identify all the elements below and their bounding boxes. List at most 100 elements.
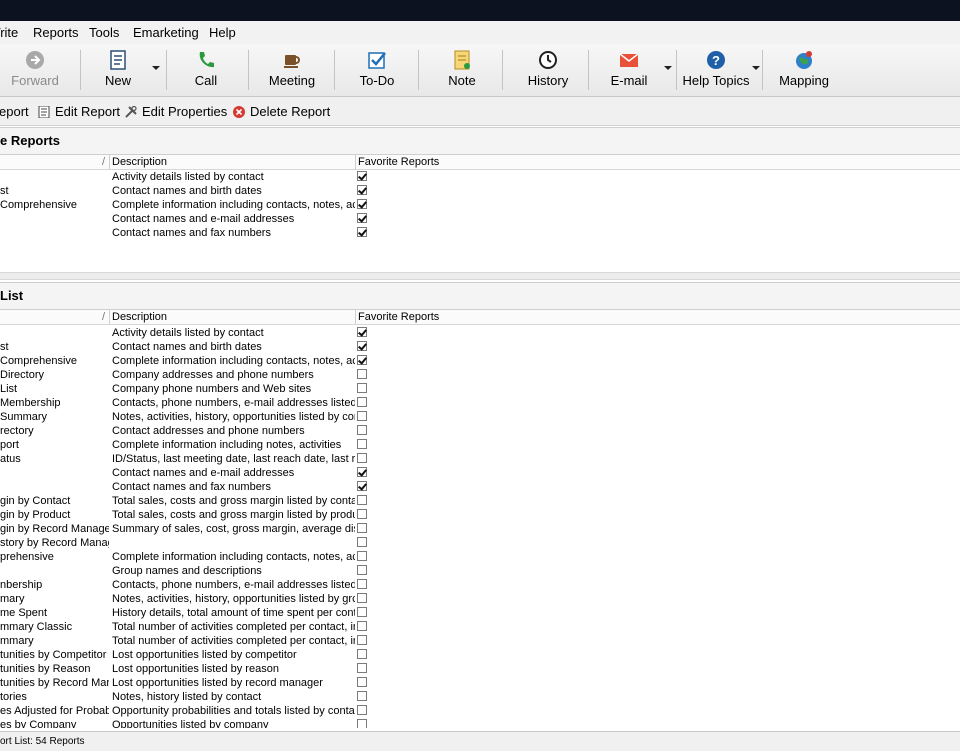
table-row[interactable]: st Contact names and birth dates — [0, 340, 960, 354]
column-favorite[interactable]: Favorite Reports — [356, 310, 959, 324]
table-row[interactable]: tories Notes, history listed by contact — [0, 690, 960, 704]
todo-button[interactable]: To-Do — [344, 44, 410, 96]
edit-properties-button[interactable]: Edit Properties — [125, 104, 227, 119]
favorite-checkbox[interactable] — [357, 383, 367, 393]
table-row[interactable]: es Adjusted for Probabi Opportunity proba… — [0, 704, 960, 718]
favorite-checkbox[interactable] — [357, 509, 367, 519]
menu-reports[interactable]: Reports — [33, 25, 79, 40]
favorite-checkbox[interactable] — [357, 227, 367, 237]
table-row[interactable]: Contact names and fax numbers — [0, 226, 960, 240]
menu-help[interactable]: Help — [209, 25, 236, 40]
table-row[interactable]: tunities by Competitor Lost opportunities… — [0, 648, 960, 662]
column-favorite[interactable]: Favorite Reports — [356, 155, 959, 169]
table-row[interactable]: tunities by Record Mar Lost opportunities… — [0, 676, 960, 690]
report-description: Complete information including contacts,… — [112, 551, 355, 563]
favorite-checkbox[interactable] — [357, 705, 367, 715]
email-button[interactable]: E-mail — [600, 44, 658, 96]
favorite-checkbox[interactable] — [357, 621, 367, 631]
favorite-checkbox[interactable] — [357, 199, 367, 209]
favorite-checkbox[interactable] — [357, 341, 367, 351]
favorite-checkbox[interactable] — [357, 523, 367, 533]
favorite-checkbox[interactable] — [357, 327, 367, 337]
table-row[interactable]: mary Notes, activities, history, opportun… — [0, 592, 960, 606]
favorite-checkbox[interactable] — [357, 677, 367, 687]
meeting-button[interactable]: Meeting — [256, 44, 328, 96]
favorite-checkbox[interactable] — [357, 691, 367, 701]
favorite-checkbox[interactable] — [357, 481, 367, 491]
section-splitter[interactable] — [0, 272, 960, 280]
table-row[interactable]: mmary Classic Total number of activities … — [0, 620, 960, 634]
table-row[interactable]: Group names and descriptions — [0, 564, 960, 578]
favorite-checkbox[interactable] — [357, 355, 367, 365]
table-row[interactable]: Directory Company addresses and phone num… — [0, 368, 960, 382]
column-description[interactable]: Description — [110, 155, 356, 169]
menu-write[interactable]: Vrite — [0, 25, 18, 40]
note-button[interactable]: Note — [430, 44, 494, 96]
table-row[interactable]: tunities by Reason Lost opportunities lis… — [0, 662, 960, 676]
new-dropdown-arrow[interactable] — [152, 66, 160, 70]
favorite-checkbox[interactable] — [357, 411, 367, 421]
table-row[interactable]: gin by Product Total sales, costs and gro… — [0, 508, 960, 522]
table-row[interactable]: Comprehensive Complete information includ… — [0, 354, 960, 368]
table-row[interactable]: es by Company Opportunities listed by com… — [0, 718, 960, 728]
report-name: me Spent — [0, 607, 48, 619]
help-topics-button[interactable]: ? Help Topics — [680, 44, 752, 96]
edit-report-button[interactable]: Edit Report — [38, 104, 120, 119]
report-list-table-body: Activity details listed by contact st Cont… — [0, 325, 960, 728]
table-row[interactable]: mmary Total number of activities complete… — [0, 634, 960, 648]
delete-report-button[interactable]: Delete Report — [233, 104, 330, 119]
table-row[interactable]: me Spent History details, total amount of… — [0, 606, 960, 620]
favorite-checkbox[interactable] — [357, 467, 367, 477]
favorite-checkbox[interactable] — [357, 719, 367, 728]
column-name[interactable]: / — [0, 310, 110, 324]
favorite-checkbox[interactable] — [357, 593, 367, 603]
menu-emarketing[interactable]: Emarketing — [133, 25, 199, 40]
favorite-checkbox[interactable] — [357, 495, 367, 505]
column-name[interactable]: / — [0, 155, 110, 169]
call-button[interactable]: Call — [176, 44, 236, 96]
favorite-checkbox[interactable] — [357, 663, 367, 673]
favorite-checkbox[interactable] — [357, 453, 367, 463]
table-row[interactable]: gin by Contact Total sales, costs and gro… — [0, 494, 960, 508]
table-row[interactable]: Comprehensive Complete information includ… — [0, 198, 960, 212]
table-row[interactable]: nbership Contacts, phone numbers, e-mail … — [0, 578, 960, 592]
email-dropdown-arrow[interactable] — [664, 66, 672, 70]
favorite-checkbox[interactable] — [357, 185, 367, 195]
favorite-checkbox[interactable] — [357, 551, 367, 561]
favorite-checkbox[interactable] — [357, 439, 367, 449]
favorite-checkbox[interactable] — [357, 635, 367, 645]
forward-button[interactable]: Forward — [0, 44, 70, 96]
report-action[interactable]: eport — [0, 104, 29, 119]
mapping-button[interactable]: Mapping — [772, 44, 836, 96]
table-row[interactable]: Activity details listed by contact — [0, 170, 960, 184]
table-row[interactable]: rectory Contact addresses and phone numbe… — [0, 424, 960, 438]
favorite-checkbox[interactable] — [357, 369, 367, 379]
table-row[interactable]: Contact names and e-mail addresses — [0, 212, 960, 226]
help-dropdown-arrow[interactable] — [752, 66, 760, 70]
favorite-checkbox[interactable] — [357, 579, 367, 589]
favorite-checkbox[interactable] — [357, 171, 367, 181]
table-row[interactable]: List Company phone numbers and Web sites — [0, 382, 960, 396]
table-row[interactable]: Contact names and fax numbers — [0, 480, 960, 494]
favorite-checkbox[interactable] — [357, 425, 367, 435]
table-row[interactable]: st Contact names and birth dates — [0, 184, 960, 198]
favorite-checkbox[interactable] — [357, 607, 367, 617]
table-row[interactable]: Activity details listed by contact — [0, 326, 960, 340]
table-row[interactable]: atus ID/Status, last meeting date, last r… — [0, 452, 960, 466]
new-button[interactable]: New — [92, 44, 144, 96]
favorite-checkbox[interactable] — [357, 213, 367, 223]
menu-tools[interactable]: Tools — [89, 25, 119, 40]
column-description[interactable]: Description — [110, 310, 356, 324]
table-row[interactable]: prehensive Complete information including… — [0, 550, 960, 564]
history-button[interactable]: History — [515, 44, 581, 96]
table-row[interactable]: story by Record Manage — [0, 536, 960, 550]
favorite-checkbox[interactable] — [357, 537, 367, 547]
table-row[interactable]: port Complete information including notes… — [0, 438, 960, 452]
table-row[interactable]: Membership Contacts, phone numbers, e-mai… — [0, 396, 960, 410]
table-row[interactable]: Contact names and e-mail addresses — [0, 466, 960, 480]
favorite-checkbox[interactable] — [357, 649, 367, 659]
table-row[interactable]: Summary Notes, activities, history, oppor… — [0, 410, 960, 424]
table-row[interactable]: gin by Record Manager Summary of sales, c… — [0, 522, 960, 536]
favorite-checkbox[interactable] — [357, 565, 367, 575]
favorite-checkbox[interactable] — [357, 397, 367, 407]
